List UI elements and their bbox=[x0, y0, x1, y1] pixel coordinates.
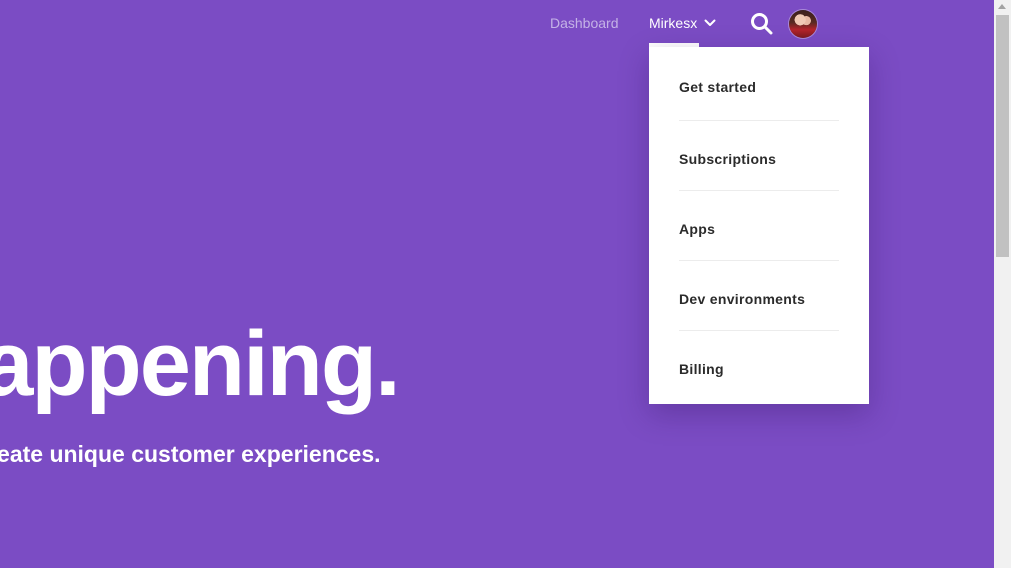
menu-item-billing[interactable]: Billing bbox=[679, 331, 839, 401]
menu-item-subscriptions[interactable]: Subscriptions bbox=[679, 121, 839, 191]
account-menu-toggle[interactable]: Mirkesx bbox=[649, 15, 717, 31]
nav-dashboard-link[interactable]: Dashboard bbox=[550, 15, 619, 31]
top-navigation: Dashboard Mirkesx bbox=[0, 0, 994, 47]
account-dropdown-menu: Get started Subscriptions Apps Dev envir… bbox=[649, 47, 869, 404]
vertical-scrollbar[interactable] bbox=[994, 0, 1011, 568]
page-background: Dashboard Mirkesx happening. and create … bbox=[0, 0, 994, 568]
scrollbar-thumb[interactable] bbox=[996, 15, 1009, 257]
user-avatar[interactable] bbox=[789, 10, 817, 38]
menu-item-get-started[interactable]: Get started bbox=[679, 47, 839, 121]
menu-item-apps[interactable]: Apps bbox=[679, 191, 839, 261]
account-name: Mirkesx bbox=[649, 15, 698, 31]
hero-title: happening. bbox=[0, 313, 401, 415]
menu-item-dev-environments[interactable]: Dev environments bbox=[679, 261, 839, 331]
hero-subtitle: and create unique customer experiences. bbox=[0, 441, 381, 467]
chevron-down-icon bbox=[704, 19, 716, 26]
dropdown-list: Get started Subscriptions Apps Dev envir… bbox=[649, 47, 869, 401]
scroll-up-arrow-icon[interactable] bbox=[998, 4, 1006, 9]
search-icon[interactable] bbox=[750, 12, 773, 35]
